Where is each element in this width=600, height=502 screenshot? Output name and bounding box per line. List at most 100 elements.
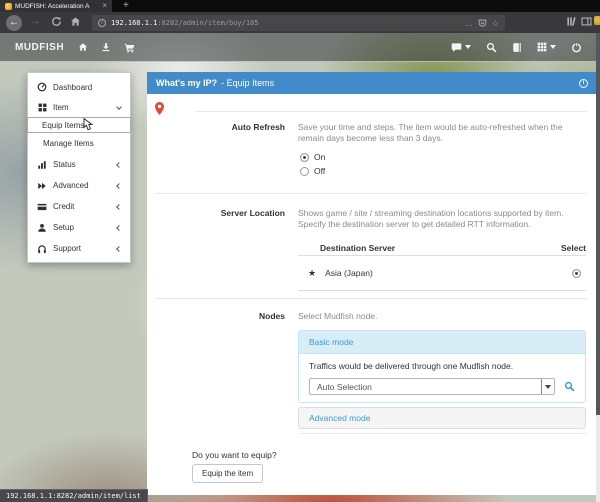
basic-mode-header[interactable]: Basic mode — [299, 331, 585, 353]
sidebar-item-dashboard[interactable]: Dashboard — [28, 77, 130, 97]
power-icon[interactable] — [571, 42, 582, 53]
equip-button[interactable]: Equip the item — [192, 464, 263, 483]
basic-mode-body: Traffics would be delivered through one … — [299, 353, 585, 402]
forward-icon — [37, 181, 47, 191]
radio-on[interactable] — [300, 153, 309, 162]
sidebar-item-setup[interactable]: Setup — [28, 217, 130, 238]
forward-button[interactable]: → — [30, 16, 40, 27]
destination-name: Asia (Japan) — [325, 268, 373, 278]
radio-off-label[interactable]: Off — [314, 166, 325, 176]
cart-icon[interactable] — [124, 42, 135, 53]
back-button[interactable]: ← — [6, 15, 22, 31]
col-destination-server: Destination Server — [298, 243, 395, 253]
screen: MUDFISH: Acceleration A × + ← → i 192.16… — [0, 0, 600, 502]
panel-subtitle: - Equip Items — [221, 78, 274, 88]
basic-mode-panel: Basic mode Traffics would be delivered t… — [298, 330, 586, 403]
select-dropdown-arrow[interactable] — [541, 379, 554, 394]
auto-refresh-option-on[interactable]: On — [300, 152, 325, 162]
url-bar[interactable]: i 192.168.1.1:8282/admin/item/buy/105 … … — [92, 15, 505, 31]
divider — [300, 433, 587, 434]
url-host: 192.168.1.1 — [111, 19, 157, 27]
home-icon[interactable] — [78, 42, 88, 52]
mudfish-favicon — [5, 3, 12, 10]
sidebar-item-item[interactable]: Item — [28, 97, 130, 117]
server-location-description: Shows game / site / streaming destinatio… — [298, 208, 586, 230]
radio-off[interactable] — [300, 167, 309, 176]
site-info-icon[interactable]: i — [98, 19, 106, 27]
node-select-row: Auto Selection — [309, 378, 575, 395]
app-navbar: MUDFISH — [0, 33, 600, 62]
panel-title: What's my IP? — [156, 78, 217, 88]
download-icon[interactable] — [101, 42, 111, 52]
sidebar-item-equip-items[interactable]: Equip Items — [27, 117, 131, 133]
equip-question: Do you want to equip? — [192, 450, 277, 460]
panel-header: What's my IP? - Equip Items i — [147, 72, 597, 94]
divider — [155, 298, 587, 299]
extension-icon[interactable] — [594, 16, 600, 25]
reload-icon[interactable] — [51, 16, 62, 27]
url-text: 192.168.1.1:8282/admin/item/buy/105 — [111, 19, 460, 27]
table-header-row: Destination Server Select — [298, 240, 586, 256]
auto-refresh-description: Save your time and steps. The item would… — [298, 122, 586, 144]
basic-mode-text: Traffics would be delivered through one … — [309, 361, 575, 371]
items-grid-icon — [37, 103, 47, 112]
grid-icon[interactable] — [537, 42, 556, 52]
tab-title: MUDFISH: Acceleration A — [15, 3, 99, 10]
nodes-label: Nodes — [147, 311, 285, 321]
chevron-left-icon — [116, 162, 122, 168]
pocket-icon[interactable] — [478, 19, 487, 28]
node-select-value: Auto Selection — [317, 382, 372, 392]
sidebar-item-status[interactable]: Status — [28, 154, 130, 175]
map-marker-icon — [155, 102, 164, 115]
equip-items-panel: What's my IP? - Equip Items i Auto Refre… — [147, 72, 597, 495]
sidebar-item-label: Setup — [53, 223, 74, 232]
info-icon[interactable]: i — [579, 79, 588, 88]
search-icon[interactable] — [486, 42, 497, 53]
tab-close-icon[interactable]: × — [102, 1, 107, 11]
nodes-mode-panels: Basic mode Traffics would be delivered t… — [298, 330, 586, 429]
sidebar-menu: Dashboard Item Equip Items Manage Items … — [27, 72, 131, 263]
library-icon[interactable] — [566, 16, 577, 27]
sidebar-item-manage-items[interactable]: Manage Items — [28, 133, 130, 154]
star-icon[interactable]: ★ — [298, 268, 316, 279]
mouse-cursor — [82, 118, 93, 132]
sidebar-item-label: Dashboard — [53, 83, 92, 92]
scrollbar-thumb[interactable] — [596, 33, 600, 415]
user-icon — [37, 223, 47, 233]
divider — [195, 111, 587, 112]
browser-tab-bar: MUDFISH: Acceleration A × + — [0, 0, 600, 12]
sidebar-item-credit[interactable]: Credit — [28, 196, 130, 217]
book-icon[interactable] — [512, 42, 522, 53]
bookmark-star-icon[interactable]: ☆ — [492, 19, 499, 28]
sidebar-item-label: Support — [53, 244, 81, 253]
status-bar: 192.168.1.1:8282/admin/item/list — [0, 489, 148, 502]
auto-refresh-option-off[interactable]: Off — [300, 166, 325, 176]
browser-tab[interactable]: MUDFISH: Acceleration A × — [0, 0, 112, 12]
sidebar-item-label: Credit — [53, 202, 74, 211]
node-search-icon[interactable] — [564, 381, 575, 392]
page-actions-icon[interactable]: … — [465, 19, 473, 28]
col-select: Select — [561, 243, 586, 253]
destination-select-radio[interactable] — [572, 269, 581, 278]
new-tab-button[interactable]: + — [123, 0, 129, 12]
node-select[interactable]: Auto Selection — [309, 378, 555, 395]
auto-refresh-label: Auto Refresh — [147, 122, 285, 132]
bar-chart-icon — [37, 160, 47, 170]
sidebar-toggle-icon[interactable] — [581, 16, 592, 27]
comment-icon[interactable] — [451, 42, 471, 53]
sidebar-item-support[interactable]: Support — [28, 238, 130, 259]
url-path: :8282/admin/item/buy/105 — [157, 19, 258, 27]
navbar-right-group — [451, 42, 590, 53]
brand-logo[interactable]: MUDFISH — [15, 42, 64, 53]
chevron-down-icon — [116, 104, 122, 110]
sidebar-item-label: Status — [53, 160, 76, 169]
chevron-left-icon — [116, 183, 122, 189]
chevron-left-icon — [116, 204, 122, 210]
headphones-icon — [37, 244, 47, 254]
home-icon[interactable] — [70, 16, 81, 27]
radio-on-label[interactable]: On — [314, 152, 325, 162]
sidebar-item-label: Equip Items — [42, 121, 84, 130]
advanced-mode-panel[interactable]: Advanced mode — [298, 407, 586, 429]
server-location-table: Destination Server Select ★ Asia (Japan) — [298, 240, 586, 291]
sidebar-item-advanced[interactable]: Advanced — [28, 175, 130, 196]
